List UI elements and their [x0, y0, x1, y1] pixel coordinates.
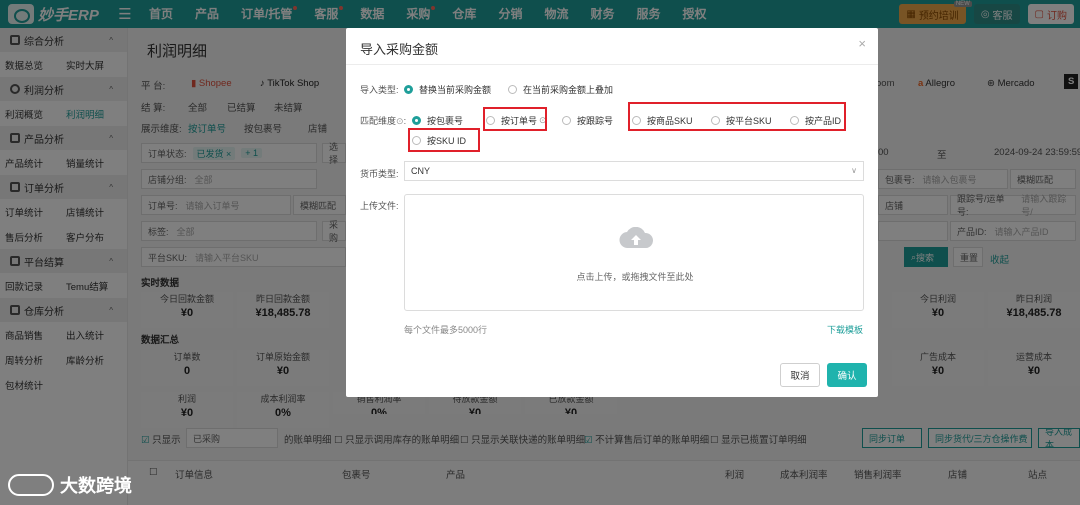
radio-by-package[interactable]: 按包裹号: [412, 114, 463, 127]
match-label-text: 匹配维度: [360, 116, 397, 126]
currency-select[interactable]: CNY ∨: [404, 161, 864, 181]
radio-by-tracking[interactable]: 按跟踪号: [562, 114, 613, 127]
currency-value: CNY: [411, 166, 431, 176]
upload-dropzone[interactable]: 点击上传，或拖拽文件至此处: [404, 194, 864, 311]
upload-label: 上传文件:: [360, 201, 399, 211]
match-dimension-label: 匹配维度⊙:: [360, 116, 407, 126]
close-icon[interactable]: ×: [858, 36, 866, 51]
confirm-button[interactable]: 确认: [827, 363, 867, 387]
watermark: 大数跨境: [8, 472, 132, 498]
watermark-text: 大数跨境: [60, 476, 132, 496]
cloud-upload-icon: [619, 227, 653, 249]
watermark-logo-icon: [8, 474, 54, 496]
highlight-sku-id-box: [408, 128, 480, 152]
dialog-divider: [346, 64, 878, 65]
radio-label: 按跟踪号: [577, 116, 614, 126]
import-purchase-amount-dialog: 导入采购金额 × 导入类型: 替换当前采购金额 在当前采购金额上叠加 匹配维度⊙…: [346, 28, 878, 397]
radio-replace[interactable]: 替换当前采购金额: [404, 83, 491, 96]
upload-hint: 点击上传，或拖拽文件至此处: [576, 272, 694, 282]
highlight-order-box: [483, 107, 547, 131]
radio-dot: [562, 116, 571, 125]
currency-label: 货币类型:: [360, 169, 399, 179]
download-template-link[interactable]: 下载模板: [827, 323, 863, 336]
radio-dot: [412, 116, 421, 125]
help-icon[interactable]: ⊙: [396, 116, 404, 126]
chevron-down-icon: ∨: [851, 166, 857, 175]
radio-add[interactable]: 在当前采购金额上叠加: [508, 83, 613, 96]
file-limit-text: 每个文件最多5000行: [404, 325, 488, 335]
cancel-button[interactable]: 取消: [780, 363, 820, 387]
highlight-sku-box: [628, 102, 846, 131]
radio-label: 按包裹号: [427, 116, 464, 126]
dialog-title: 导入采购金额: [360, 42, 439, 57]
radio-label: 替换当前采购金额: [419, 85, 492, 95]
import-type-label: 导入类型:: [360, 85, 399, 95]
radio-dot: [508, 85, 517, 94]
radio-label: 在当前采购金额上叠加: [523, 85, 614, 95]
radio-dot: [404, 85, 413, 94]
